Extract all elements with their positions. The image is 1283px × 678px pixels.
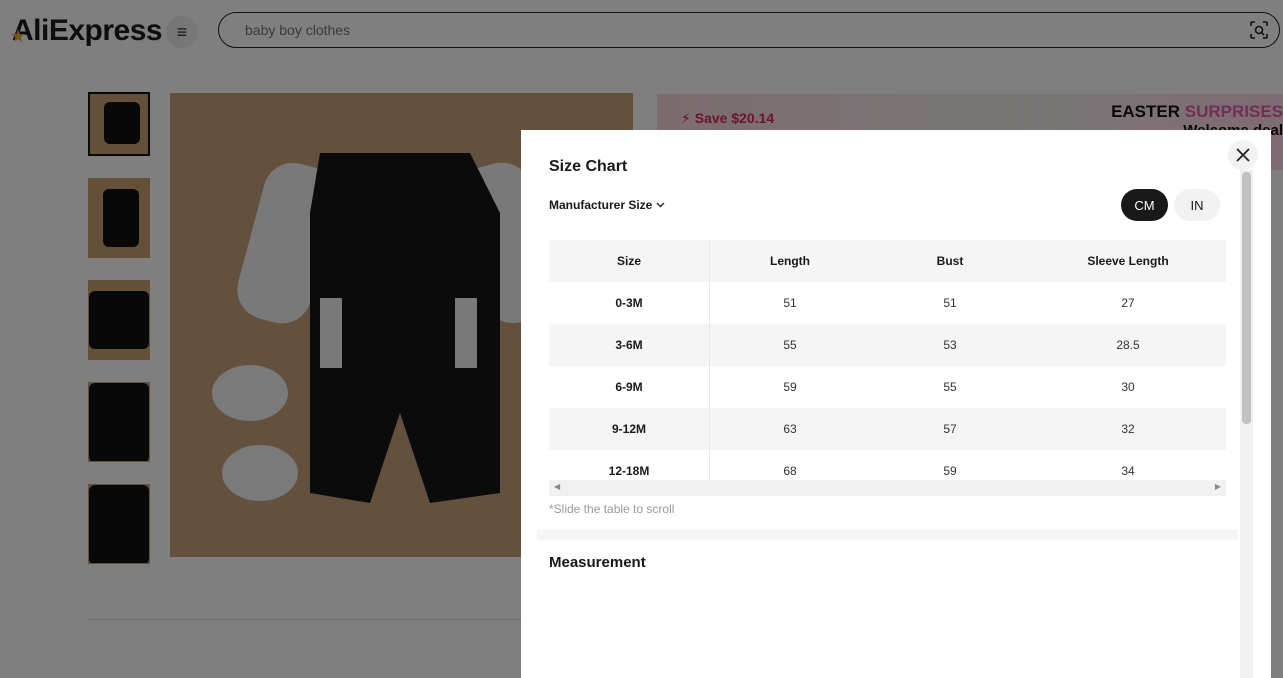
scroll-right-icon[interactable]: ▶	[1215, 482, 1221, 491]
chevron-down-icon	[656, 202, 665, 208]
close-icon	[1236, 148, 1250, 162]
table-row: 0-3M 51 51 27	[549, 282, 1226, 324]
column-header: Size	[549, 240, 710, 282]
size-cell: 3-6M	[549, 324, 710, 366]
length-cell: 55	[709, 324, 870, 366]
product-page: ★AliExpress ≡ ⚡ Save $	[0, 0, 1283, 678]
table-row: 9-12M 63 57 32	[549, 408, 1226, 450]
scrollbar-thumb[interactable]	[1242, 172, 1251, 424]
section-separator	[537, 530, 1238, 540]
sleeve-length-cell: 28.5	[1030, 324, 1226, 366]
length-cell: 63	[709, 408, 870, 450]
column-header: Bust	[870, 240, 1030, 282]
size-chart-modal: Size Chart Manufacturer Size CM IN Size …	[521, 130, 1271, 678]
manufacturer-size-label: Manufacturer Size	[549, 198, 653, 212]
modal-scrollbar[interactable]	[1240, 170, 1253, 678]
close-button[interactable]	[1228, 140, 1258, 170]
scroll-left-icon[interactable]: ◀	[554, 482, 560, 491]
sleeve-length-cell: 27	[1121, 296, 1135, 310]
unit-cm-button[interactable]: CM	[1121, 189, 1168, 221]
bust-cell: 51	[943, 296, 957, 310]
length-cell: 59	[783, 380, 797, 394]
size-cell: 6-9M	[549, 366, 710, 408]
scroll-hint: *Slide the table to scroll	[549, 502, 675, 516]
length-cell: 51	[783, 296, 797, 310]
size-cell: 0-3M	[549, 282, 710, 324]
measurement-heading: Measurement	[549, 554, 646, 571]
table-horizontal-scrollbar[interactable]: ◀ ▶	[549, 480, 1226, 496]
column-header: Length	[709, 240, 870, 282]
size-table: Size Length Bust Sleeve Length 0-3M 51 5…	[549, 240, 1226, 492]
bust-cell: 57	[870, 408, 1030, 450]
size-cell: 9-12M	[549, 408, 710, 450]
unit-in-button[interactable]: IN	[1174, 189, 1220, 221]
table-row: 6-9M 59 55 30	[549, 366, 1226, 408]
sleeve-length-cell: 32	[1030, 408, 1226, 450]
column-header: Sleeve Length	[1030, 240, 1226, 282]
bust-cell: 55	[943, 380, 957, 394]
table-header-row: Size Length Bust Sleeve Length	[549, 240, 1226, 282]
bust-cell: 53	[870, 324, 1030, 366]
sleeve-length-cell: 30	[1121, 380, 1135, 394]
manufacturer-size-dropdown[interactable]: Manufacturer Size	[549, 198, 665, 212]
modal-title: Size Chart	[549, 158, 628, 175]
table-row: 3-6M 55 53 28.5	[549, 324, 1226, 366]
